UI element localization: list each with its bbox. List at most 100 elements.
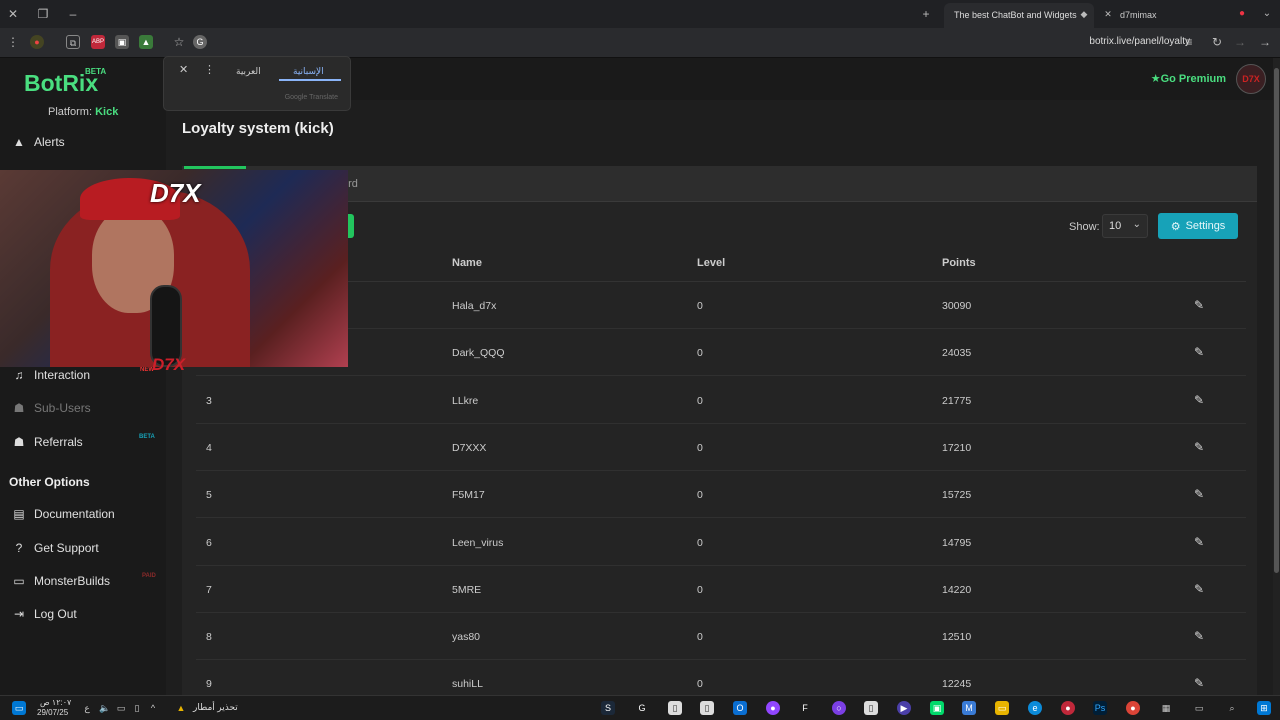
clock-time[interactable]: ١٢:٠٧ ص: [40, 698, 71, 707]
chevron-down-icon[interactable]: ⌄: [1258, 0, 1276, 28]
tab-botrix[interactable]: The best ChatBot and Widgets: [944, 3, 1094, 28]
row-name: F5M17: [452, 489, 485, 502]
sidebar-item-get-support[interactable]: ? Get Support: [12, 537, 162, 559]
steam-icon[interactable]: S: [601, 701, 615, 715]
music-note-icon: ♫: [14, 368, 24, 382]
tab-favicon-icon: ◆: [1080, 9, 1088, 19]
page-title: Loyalty system (kick): [182, 120, 334, 137]
bookmark-star-icon[interactable]: ☆: [170, 28, 188, 56]
app-icon[interactable]: ▦: [1159, 701, 1173, 715]
page-size-select[interactable]: 10 ⌄: [1102, 214, 1148, 238]
file-icon[interactable]: ▯: [700, 701, 714, 715]
outlook-icon[interactable]: O: [733, 701, 747, 715]
back-icon[interactable]: →: [1256, 28, 1274, 56]
new-tab-icon[interactable]: +: [917, 0, 935, 28]
edit-pencil-icon[interactable]: ✎: [1194, 393, 1204, 407]
url-field[interactable]: botrix.live/panel/loyalty: [1089, 36, 1190, 47]
edit-pencil-icon[interactable]: ✎: [1194, 582, 1204, 596]
edge-icon[interactable]: e: [1028, 701, 1042, 715]
app-icon[interactable]: F: [798, 701, 812, 715]
menu-dots-icon[interactable]: ⋮: [4, 28, 22, 56]
app-icon[interactable]: ●: [766, 701, 780, 715]
avatar[interactable]: D7X: [1236, 64, 1266, 94]
close-window-icon[interactable]: ✕: [4, 0, 22, 28]
edit-pencil-icon[interactable]: ✎: [1194, 629, 1204, 643]
adblock-icon[interactable]: ABP: [91, 35, 105, 49]
sidebar-item-alerts[interactable]: ▲ Alerts: [12, 131, 162, 153]
menu-dots-icon[interactable]: ⋮: [204, 63, 215, 76]
column-level[interactable]: Level: [697, 257, 725, 269]
row-rank: 7: [206, 583, 212, 596]
battery-icon[interactable]: ▯: [130, 701, 144, 715]
media-player-icon[interactable]: ▶: [897, 701, 911, 715]
go-premium-link[interactable]: ★Go Premium: [1151, 72, 1226, 85]
question-icon: ?: [15, 541, 23, 555]
minimize-window-icon[interactable]: –: [64, 0, 82, 28]
settings-button[interactable]: ⚙ Settings: [1158, 213, 1238, 239]
table-row: 3 LLkre 0 21775 ✎: [196, 377, 1246, 424]
tune-icon[interactable]: ≡: [1180, 28, 1198, 56]
app-icon[interactable]: ▣: [930, 701, 944, 715]
translate-target-lang[interactable]: الإسبانية: [293, 66, 324, 77]
app-icon[interactable]: G: [635, 701, 649, 715]
scrollbar-thumb[interactable]: [1274, 68, 1279, 573]
file-explorer-icon[interactable]: ▭: [995, 701, 1009, 715]
file-icon[interactable]: ▯: [668, 701, 682, 715]
extensions-puzzle-icon[interactable]: ⧉: [66, 35, 80, 49]
windows-start-icon[interactable]: ⊞: [1257, 701, 1271, 715]
row-rank: 9: [206, 678, 212, 691]
app-icon[interactable]: ○: [832, 701, 846, 715]
row-rank: 4: [206, 441, 212, 454]
sidebar-item-label: MonsterBuilds: [34, 574, 111, 588]
sidebar-item-label: Alerts: [34, 135, 65, 149]
column-points[interactable]: Points: [942, 257, 976, 269]
weather-alert[interactable]: تحذير أمطار: [193, 702, 238, 713]
restore-window-icon[interactable]: ❐: [34, 0, 52, 28]
edit-pencil-icon[interactable]: ✎: [1194, 487, 1204, 501]
forward-icon[interactable]: →: [1231, 28, 1249, 56]
clock-date[interactable]: 29/07/25: [37, 708, 68, 717]
chevron-up-icon[interactable]: ^: [146, 701, 160, 715]
language-icon[interactable]: ع: [80, 701, 94, 715]
edit-pencil-icon[interactable]: ✎: [1194, 345, 1204, 359]
notification-icon[interactable]: ▭: [12, 701, 26, 715]
extension-icon[interactable]: ▣: [115, 35, 129, 49]
weather-warning-icon[interactable]: ▲: [174, 701, 188, 715]
show-label: Show:: [1069, 221, 1100, 233]
close-icon[interactable]: ✕: [179, 63, 188, 76]
app-icon[interactable]: M: [962, 701, 976, 715]
edit-pencil-icon[interactable]: ✎: [1194, 535, 1204, 549]
translate-icon[interactable]: G: [193, 35, 207, 49]
translate-source-lang[interactable]: العربية: [236, 66, 261, 77]
extension-icon[interactable]: ●: [30, 35, 44, 49]
address-bar: ⋮ ● ⧉ ABP ▣ ▲ ☆ G botrix.live/panel/loya…: [0, 28, 1280, 58]
search-icon[interactable]: ⌕: [1225, 701, 1239, 715]
tab-d7mimax[interactable]: d7mimax: [1110, 3, 1190, 28]
row-points: 12510: [942, 631, 972, 644]
edit-pencil-icon[interactable]: ✎: [1194, 440, 1204, 454]
tab-kick-indicator[interactable]: [184, 166, 246, 169]
column-name[interactable]: Name: [452, 257, 482, 269]
page-size-value: 10: [1109, 220, 1122, 232]
file-icon[interactable]: ▯: [864, 701, 878, 715]
edit-pencil-icon[interactable]: ✎: [1194, 676, 1204, 690]
sidebar-item-documentation[interactable]: ▤ Documentation: [12, 503, 162, 525]
edit-pencil-icon[interactable]: ✎: [1194, 298, 1204, 312]
volume-icon[interactable]: 🔈: [98, 701, 112, 715]
overlay-logo-small: D7X: [152, 355, 186, 374]
sidebar-item-monsterbuilds[interactable]: ▭ MonsterBuilds: [12, 570, 162, 592]
sidebar-item-sub-users[interactable]: ☗ Sub-Users: [12, 397, 162, 419]
page-scrollbar[interactable]: [1273, 58, 1280, 695]
chrome-icon[interactable]: ●: [1126, 701, 1140, 715]
network-icon[interactable]: ▭: [114, 701, 128, 715]
extension-icon[interactable]: ▲: [139, 35, 153, 49]
gears-icon: ⚙: [1170, 220, 1181, 233]
chrome-profile-icon[interactable]: ●: [1233, 0, 1251, 28]
row-level: 0: [697, 536, 703, 549]
sidebar: BotRix BETA Platform: Kick ▲ Alerts ♫ In…: [0, 58, 166, 695]
sidebar-item-log-out[interactable]: ⇥ Log Out: [12, 603, 162, 625]
app-icon[interactable]: ●: [1061, 701, 1075, 715]
reload-icon[interactable]: ↻: [1208, 28, 1226, 56]
photoshop-icon[interactable]: Ps: [1093, 701, 1107, 715]
task-view-icon[interactable]: ▭: [1192, 701, 1206, 715]
